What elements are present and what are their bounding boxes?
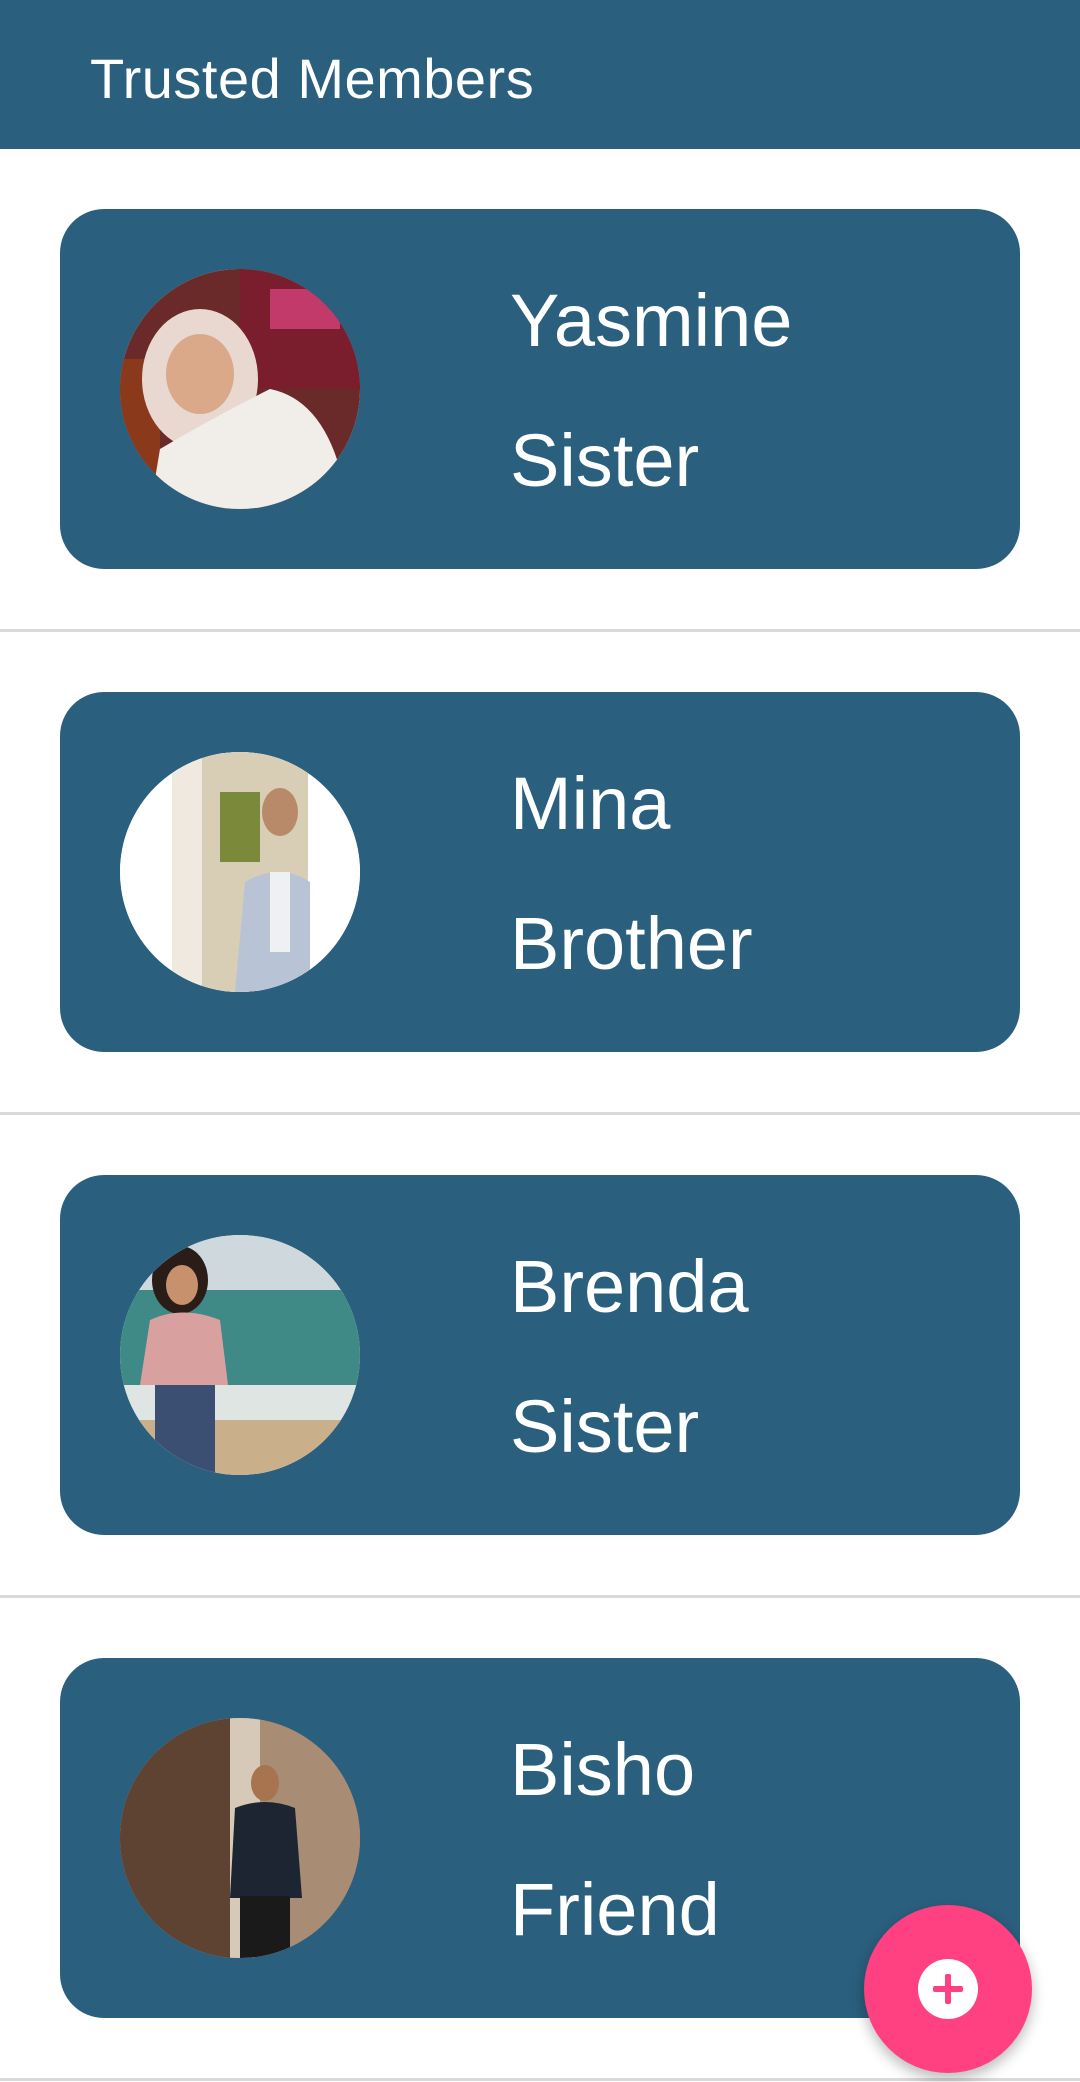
member-list: Yasmine Sister Mina Brother Brenda Siste… xyxy=(0,149,1080,2081)
member-card-mina[interactable]: Mina Brother xyxy=(60,692,1020,1052)
avatar xyxy=(120,1235,360,1475)
app-bar: Trusted Members xyxy=(0,0,1080,149)
page-title: Trusted Members xyxy=(90,47,535,110)
avatar xyxy=(120,752,360,992)
add-member-button[interactable] xyxy=(864,1905,1032,2073)
member-relation: Sister xyxy=(510,419,700,502)
avatar xyxy=(120,269,360,509)
member-relation: Brother xyxy=(510,902,753,985)
list-item: Brenda Sister xyxy=(0,1115,1080,1598)
member-name: Brenda xyxy=(510,1245,749,1328)
list-item: Mina Brother xyxy=(0,632,1080,1115)
member-name: Yasmine xyxy=(510,279,793,362)
list-item: Yasmine Sister xyxy=(0,149,1080,632)
member-card-brenda[interactable]: Brenda Sister xyxy=(60,1175,1020,1535)
avatar xyxy=(120,1718,360,1958)
member-name: Bisho xyxy=(510,1728,696,1811)
member-relation: Friend xyxy=(510,1868,720,1951)
member-name: Mina xyxy=(510,762,671,845)
member-relation: Sister xyxy=(510,1385,700,1468)
add-circle-icon xyxy=(918,1959,978,2019)
member-card-yasmine[interactable]: Yasmine Sister xyxy=(60,209,1020,569)
